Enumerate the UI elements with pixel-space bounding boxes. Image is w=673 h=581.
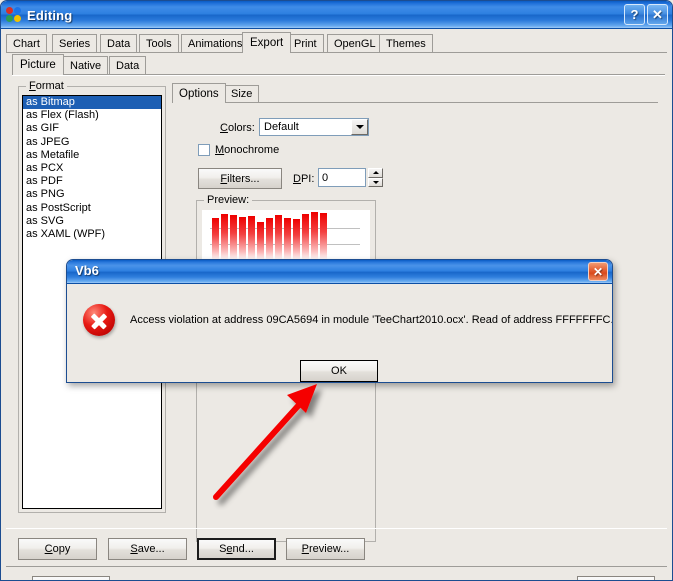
close-button[interactable]: Close	[577, 576, 655, 580]
chart-bar	[293, 219, 300, 260]
caret-down-icon	[372, 180, 379, 184]
close-titlebar-button[interactable]: ✕	[647, 4, 668, 25]
monochrome-checkbox-row[interactable]: Monochrome	[198, 144, 279, 156]
format-groupbox-label: Format	[26, 80, 67, 92]
error-dialog-body: Access violation at address 09CA5694 in …	[67, 284, 612, 382]
dpi-stepper-up[interactable]	[368, 168, 383, 178]
format-item-png[interactable]: as PNG	[23, 188, 161, 201]
filters-button-label: Filters...	[220, 172, 260, 185]
colors-dropdown-button[interactable]	[351, 119, 368, 135]
error-dialog-title: Vb6	[75, 263, 99, 278]
error-dialog-close-button[interactable]: ✕	[588, 262, 608, 281]
subtab-native[interactable]: Native	[63, 56, 109, 74]
chart-bar	[212, 218, 219, 260]
footer-bar: Help... Close	[6, 568, 667, 580]
format-item-jpeg[interactable]: as JPEG	[23, 136, 161, 149]
tab-export[interactable]: Export	[242, 32, 292, 53]
chart-bar	[239, 217, 246, 260]
format-item-pdf[interactable]: as PDF	[23, 175, 161, 188]
send-button-label: Send...	[219, 543, 254, 555]
chart-bar	[311, 212, 318, 260]
format-item-xaml[interactable]: as XAML (WPF)	[23, 228, 161, 241]
colors-label: Colors:	[220, 122, 255, 134]
chart-preview[interactable]	[202, 210, 370, 260]
subtab-data[interactable]: Data	[109, 56, 147, 74]
tab-print[interactable]: Print	[287, 34, 324, 52]
main-tabstrip: Chart Series Data Tools Animations Expor…	[6, 32, 667, 53]
dpi-stepper-down[interactable]	[368, 177, 383, 187]
caret-up-icon	[372, 171, 379, 175]
monochrome-label: Monochrome	[215, 144, 280, 156]
preview-button-label: Preview...	[301, 543, 350, 555]
colors-combobox[interactable]: Default	[259, 118, 369, 136]
window-title: Editing	[27, 7, 73, 23]
format-item-gif[interactable]: as GIF	[23, 122, 161, 135]
tab-tools[interactable]: Tools	[139, 34, 179, 52]
chart-bars	[212, 210, 327, 260]
chevron-down-icon	[355, 125, 364, 129]
chart-bar	[284, 218, 291, 260]
chart-bar	[221, 214, 228, 260]
error-dialog-ok-label: OK	[331, 365, 347, 377]
window-title-group: Editing	[6, 4, 72, 26]
format-item-flex[interactable]: as Flex (Flash)	[23, 109, 161, 122]
options-tabstrip-inner: Options Size	[172, 83, 658, 103]
error-dialog: Vb6 ✕ Access violation at address 09CA56…	[66, 259, 613, 383]
error-dialog-ok-button[interactable]: OK	[300, 360, 378, 382]
format-item-metafile[interactable]: as Metafile	[23, 149, 161, 162]
dpi-label: DPI:	[293, 173, 315, 185]
sub-tabstrip: Picture Native Data	[12, 54, 665, 75]
dpi-input-value: 0	[322, 171, 329, 184]
tab-series[interactable]: Series	[52, 34, 98, 52]
monochrome-checkbox[interactable]	[198, 144, 210, 156]
format-item-svg[interactable]: as SVG	[23, 215, 161, 228]
format-item-pcx[interactable]: as PCX	[23, 162, 161, 175]
screenshot-root: Editing ? ✕ Chart Series Data Tools Anim…	[0, 0, 673, 581]
preview-button[interactable]: Preview...	[286, 538, 365, 560]
chart-bar	[320, 213, 327, 260]
dpi-input[interactable]: 0	[318, 168, 366, 187]
chart-bar	[275, 215, 282, 260]
chart-bar	[248, 216, 255, 260]
error-dialog-message: Access violation at address 09CA5694 in …	[130, 314, 613, 326]
window-titlebar: Editing ? ✕	[1, 1, 672, 29]
chart-bar	[230, 215, 237, 260]
save-button[interactable]: Save...	[108, 538, 187, 560]
tab-data[interactable]: Data	[100, 34, 138, 52]
subtab-options[interactable]: Options	[172, 83, 226, 103]
options-tabstrip-baseline	[172, 102, 658, 103]
chart-bar	[257, 222, 264, 260]
tab-animations[interactable]: Animations	[181, 34, 250, 52]
format-item-bitmap[interactable]: as Bitmap	[23, 96, 161, 110]
subtab-size[interactable]: Size	[224, 85, 260, 102]
colors-combobox-value: Default	[264, 121, 299, 133]
filters-button[interactable]: Filters...	[198, 168, 282, 189]
window-title-buttons: ? ✕	[624, 4, 668, 25]
help-titlebar-button[interactable]: ?	[624, 4, 645, 25]
subtab-picture[interactable]: Picture	[12, 54, 64, 75]
error-circle-x-icon	[83, 304, 115, 336]
dpi-stepper[interactable]	[368, 168, 383, 187]
options-tabstrip: Options Size	[172, 83, 658, 104]
copy-button-label: Copy	[44, 543, 71, 555]
action-button-bar: Copy Save... Send... Preview...	[6, 528, 667, 567]
tabstrip-baseline	[6, 52, 667, 53]
preview-groupbox-label: Preview:	[204, 194, 253, 206]
tab-opengl[interactable]: OpenGL	[327, 34, 383, 52]
chart-bar	[266, 218, 273, 260]
tab-chart[interactable]: Chart	[6, 34, 47, 52]
tab-themes[interactable]: Themes	[379, 34, 433, 52]
teechart-pinwheel-icon	[6, 7, 22, 23]
send-button[interactable]: Send...	[197, 538, 276, 560]
chart-bar	[302, 214, 309, 260]
help-button[interactable]: Help...	[32, 576, 110, 580]
format-item-postscript[interactable]: as PostScript	[23, 202, 161, 215]
save-button-label: Save...	[130, 543, 165, 555]
error-dialog-titlebar: Vb6 ✕	[67, 260, 612, 284]
copy-button[interactable]: Copy	[18, 538, 97, 560]
